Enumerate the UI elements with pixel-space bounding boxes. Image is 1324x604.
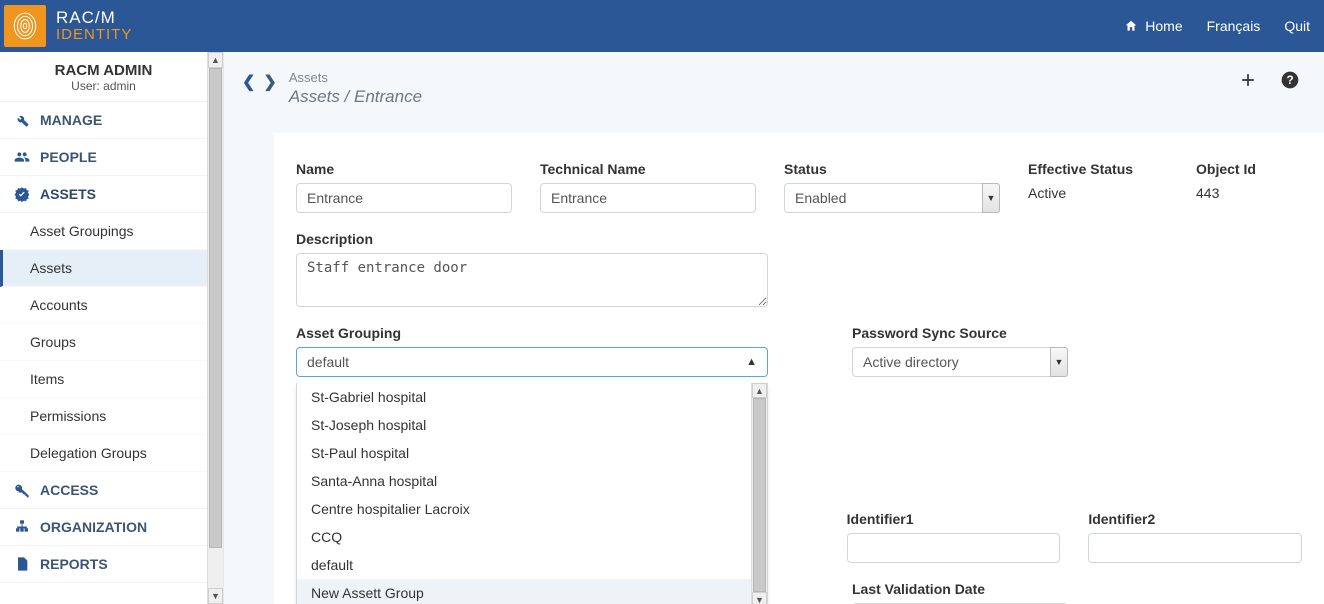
dropdown-option[interactable]: Centre hospitalier Lacroix xyxy=(297,495,751,523)
nav-access-label: ACCESS xyxy=(40,482,98,498)
nav-home-label: Home xyxy=(1145,18,1182,34)
dropdown-option[interactable]: CCQ xyxy=(297,523,751,551)
nav-groups[interactable]: Groups xyxy=(0,324,207,361)
nav-manage[interactable]: MANAGE xyxy=(0,102,207,139)
breadcrumb-top: Assets xyxy=(289,70,422,85)
last-validation-label: Last Validation Date xyxy=(852,581,1068,597)
home-icon xyxy=(1123,18,1139,34)
nav-people[interactable]: PEOPLE xyxy=(0,139,207,176)
description-input[interactable] xyxy=(296,253,768,307)
key-icon xyxy=(14,482,30,498)
description-label: Description xyxy=(296,231,768,247)
forward-button[interactable]: ❯ xyxy=(263,72,276,92)
asset-grouping-combo[interactable]: ▲ xyxy=(296,347,768,377)
dropdown-option[interactable]: St-Gabriel hospital xyxy=(297,383,751,411)
object-id-label: Object Id xyxy=(1196,161,1276,177)
brand-line1: RAC/M xyxy=(56,9,132,27)
scroll-thumb[interactable] xyxy=(209,68,222,548)
help-button[interactable]: ? xyxy=(1280,70,1300,96)
object-id-value: 443 xyxy=(1196,183,1276,201)
svg-text:?: ? xyxy=(1286,74,1293,87)
nav-people-label: PEOPLE xyxy=(40,149,97,165)
scroll-up-icon[interactable]: ▲ xyxy=(208,52,223,68)
nav-asset-groupings[interactable]: Asset Groupings xyxy=(0,213,207,250)
dropdown-scroll-thumb[interactable] xyxy=(753,398,766,592)
asset-grouping-input[interactable] xyxy=(297,348,767,376)
nav-assets[interactable]: ASSETS xyxy=(0,176,207,213)
sidebar: RACM ADMIN User: admin MANAGE PEOPLE ASS… xyxy=(0,52,224,604)
add-button[interactable] xyxy=(1238,70,1258,96)
nav-organization[interactable]: ORGANIZATION xyxy=(0,509,207,546)
name-input[interactable] xyxy=(296,183,512,213)
form-card: Name Technical Name Status ▼ Effective S… xyxy=(274,133,1324,604)
dropdown-option[interactable]: Santa-Anna hospital xyxy=(297,467,751,495)
back-button[interactable]: ❮ xyxy=(242,72,255,92)
name-label: Name xyxy=(296,161,512,177)
brand-line2: IDENTITY xyxy=(56,27,132,43)
people-icon xyxy=(14,149,30,165)
document-icon xyxy=(14,556,30,572)
nav-reports-label: REPORTS xyxy=(40,556,108,572)
effective-status-value: Active xyxy=(1028,183,1168,201)
nav-assets-sub[interactable]: Assets xyxy=(0,250,207,287)
wrench-icon xyxy=(14,112,30,128)
scroll-up-icon[interactable]: ▲ xyxy=(752,383,767,398)
breadcrumb-path: Assets / Entrance xyxy=(289,87,422,107)
status-select[interactable] xyxy=(784,183,1000,213)
nav-quit[interactable]: Quit xyxy=(1284,18,1310,34)
dropdown-option[interactable]: St-Paul hospital xyxy=(297,439,751,467)
technical-name-label: Technical Name xyxy=(540,161,756,177)
caret-up-icon[interactable]: ▲ xyxy=(746,356,757,368)
asset-grouping-label: Asset Grouping xyxy=(296,325,768,341)
nav-manage-label: MANAGE xyxy=(40,112,102,128)
nav-assets-label: ASSETS xyxy=(40,186,96,202)
check-badge-icon xyxy=(14,186,30,202)
brand-text: RAC/M IDENTITY xyxy=(56,9,132,43)
chevron-down-icon[interactable]: ▼ xyxy=(982,183,1000,213)
effective-status-label: Effective Status xyxy=(1028,161,1168,177)
top-bar: RAC/M IDENTITY Home Français Quit xyxy=(0,0,1324,52)
dropdown-option[interactable]: New Assett Group xyxy=(297,579,751,604)
dropdown-scrollbar[interactable]: ▲ ▼ xyxy=(751,383,767,604)
technical-name-input[interactable] xyxy=(540,183,756,213)
nav-items[interactable]: Items xyxy=(0,361,207,398)
nav-language-label: Français xyxy=(1207,18,1261,34)
nav-accounts[interactable]: Accounts xyxy=(0,287,207,324)
identifier1-input[interactable] xyxy=(847,533,1061,563)
identifier2-input[interactable] xyxy=(1088,533,1302,563)
logo xyxy=(4,5,46,47)
nav-reports[interactable]: REPORTS xyxy=(0,546,207,583)
nav-quit-label: Quit xyxy=(1284,18,1310,34)
password-sync-label: Password Sync Source xyxy=(852,325,1068,341)
sidebar-scrollbar[interactable]: ▲ ▼ xyxy=(207,52,223,604)
fingerprint-icon xyxy=(12,11,38,41)
user-title: RACM ADMIN xyxy=(4,62,203,79)
identifier2-label: Identifier2 xyxy=(1088,511,1302,527)
nav-organization-label: ORGANIZATION xyxy=(40,519,147,535)
user-block: RACM ADMIN User: admin xyxy=(0,52,207,102)
asset-grouping-dropdown: St-Gabriel hospitalSt-Joseph hospitalSt-… xyxy=(296,383,768,604)
identifier1-label: Identifier1 xyxy=(847,511,1061,527)
user-sub: User: admin xyxy=(4,79,203,93)
nav-access[interactable]: ACCESS xyxy=(0,472,207,509)
org-icon xyxy=(14,519,30,535)
nav-delegation-groups[interactable]: Delegation Groups xyxy=(0,435,207,472)
nav-home[interactable]: Home xyxy=(1123,18,1182,34)
status-label: Status xyxy=(784,161,1000,177)
nav-permissions[interactable]: Permissions xyxy=(0,398,207,435)
main-content: ❮ ❯ Assets Assets / Entrance ? Name xyxy=(224,52,1324,604)
password-sync-select[interactable] xyxy=(852,347,1068,377)
dropdown-option[interactable]: default xyxy=(297,551,751,579)
chevron-down-icon[interactable]: ▼ xyxy=(1050,347,1068,377)
nav-language[interactable]: Français xyxy=(1207,18,1261,34)
dropdown-option[interactable]: St-Joseph hospital xyxy=(297,411,751,439)
scroll-down-icon[interactable]: ▼ xyxy=(208,588,223,604)
scroll-down-icon[interactable]: ▼ xyxy=(752,592,767,604)
